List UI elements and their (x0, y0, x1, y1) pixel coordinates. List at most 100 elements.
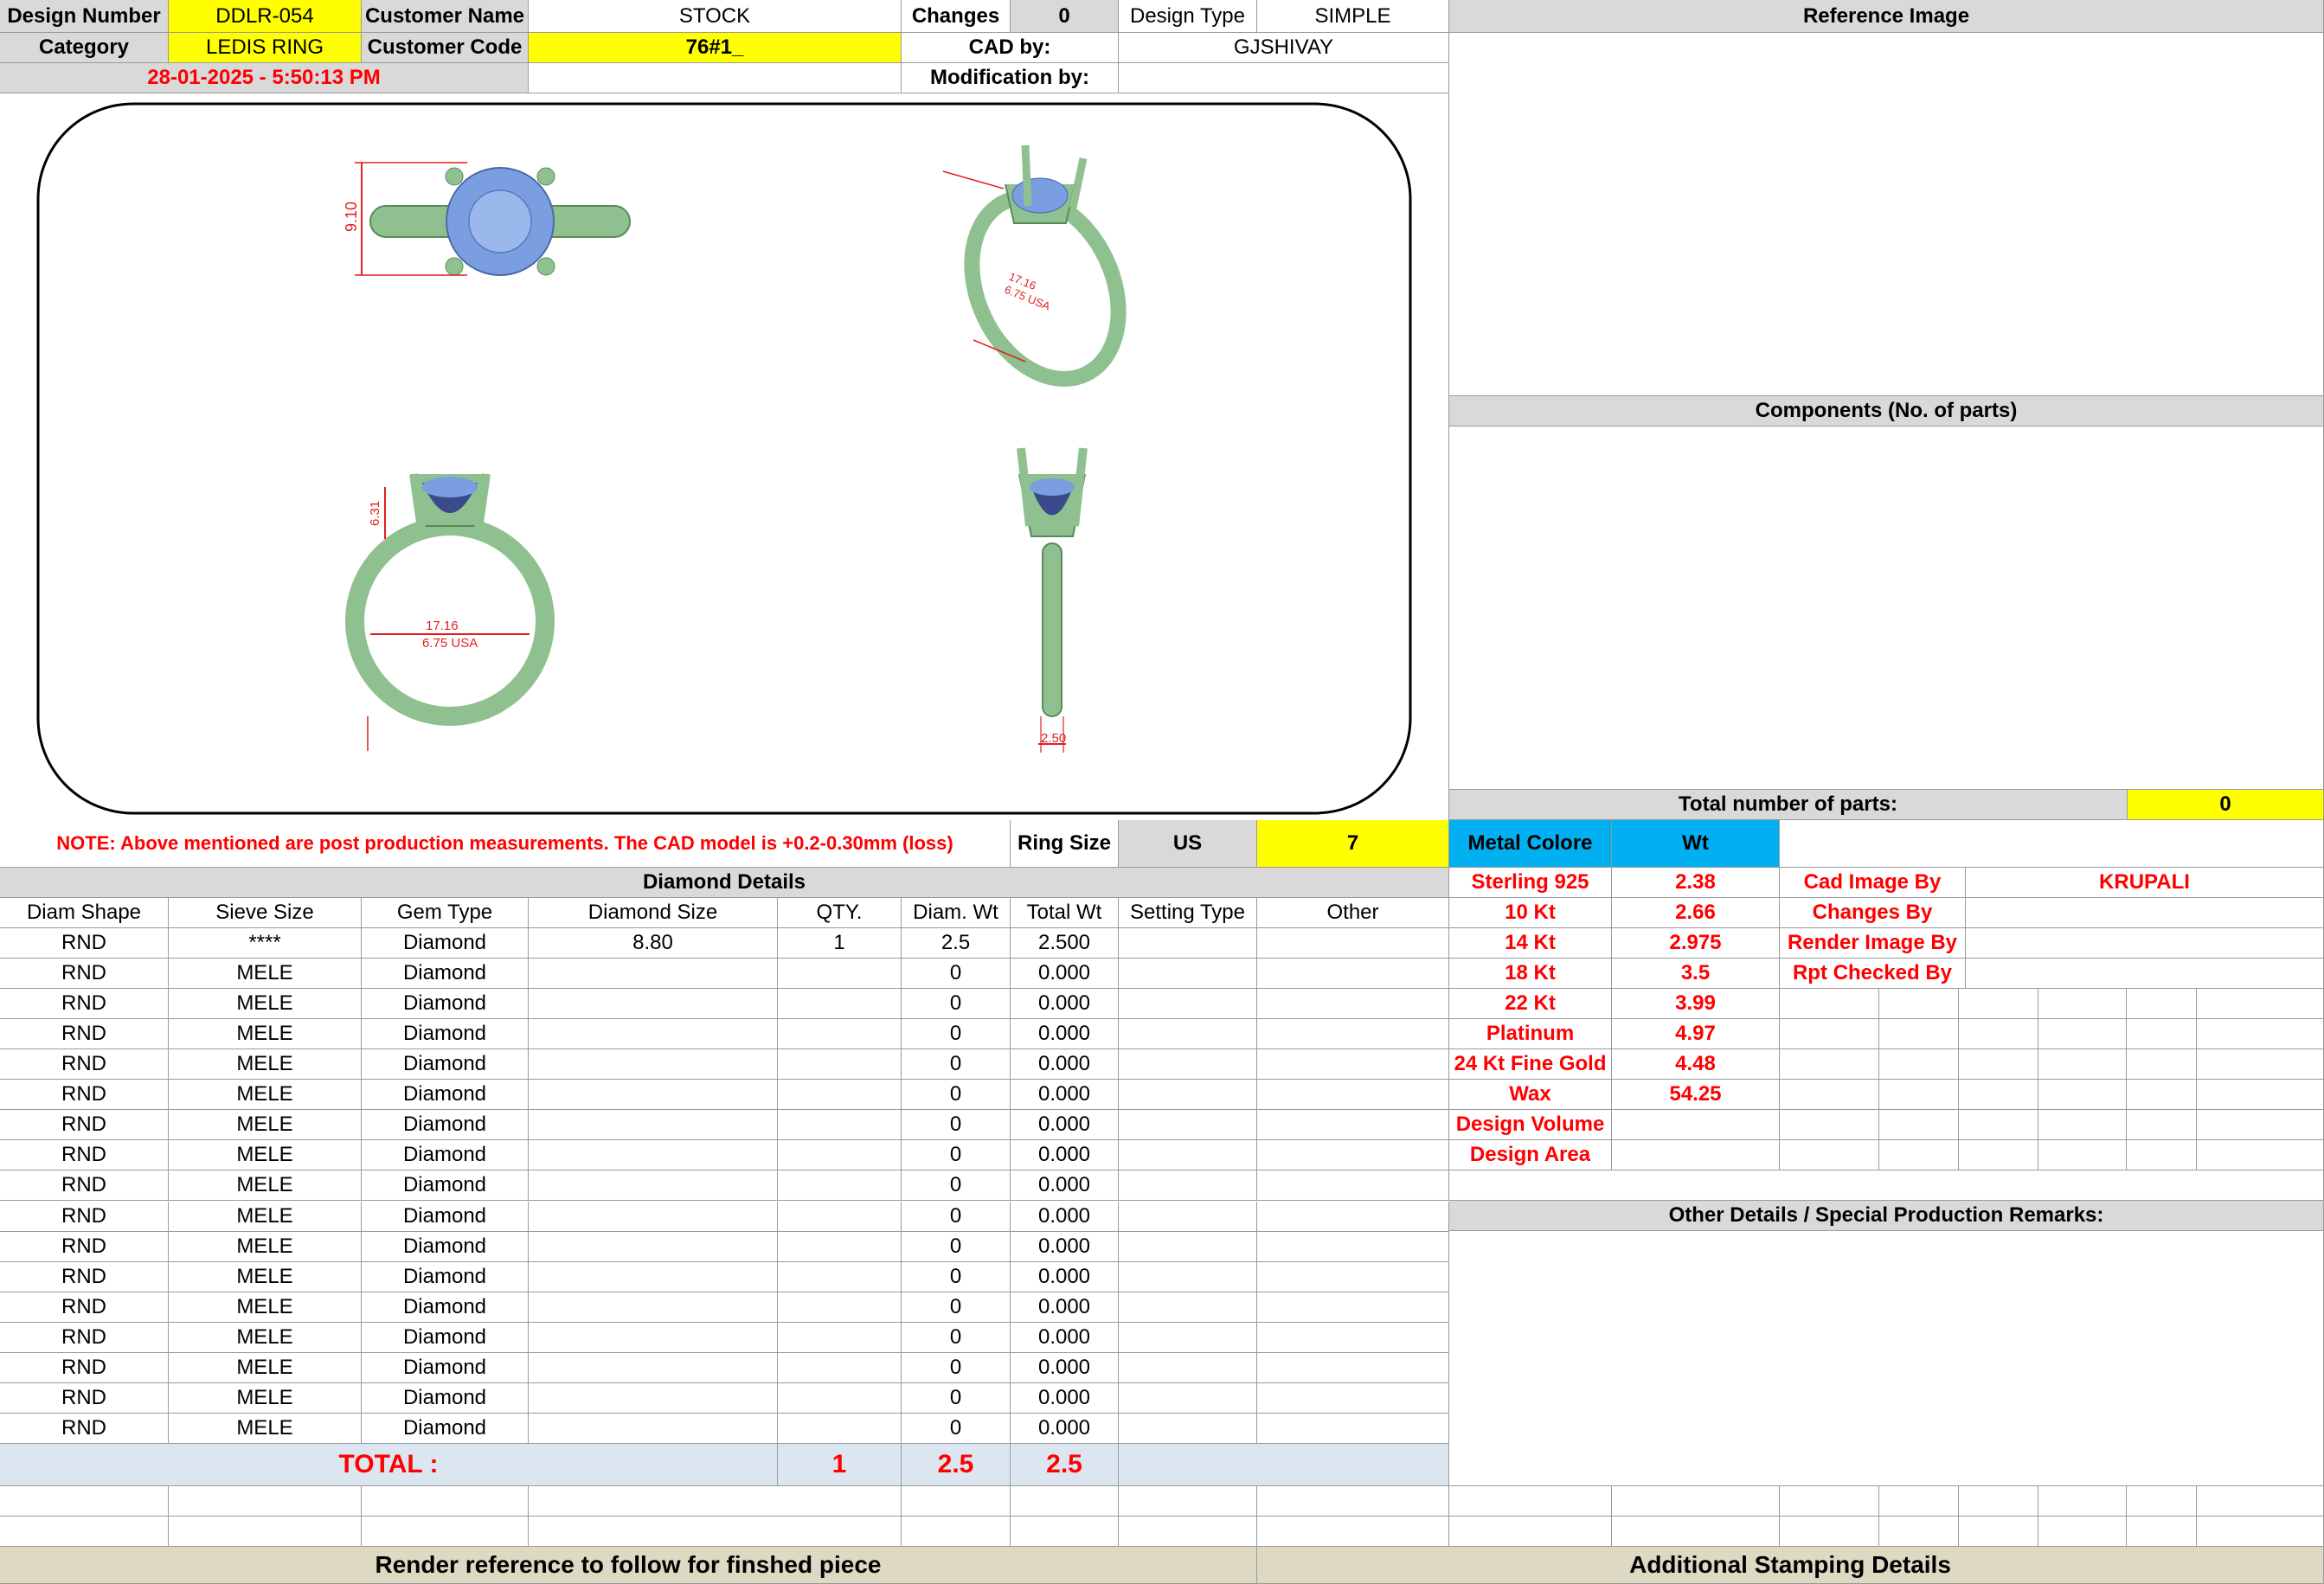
cell-setting-type[interactable] (1119, 1019, 1257, 1049)
empty-cell[interactable] (362, 1486, 529, 1517)
metal-wt[interactable]: 2.38 (1612, 868, 1780, 898)
cell-diam-shape[interactable]: RND (0, 1232, 169, 1262)
empty-cell[interactable] (1959, 989, 2038, 1019)
empty-cell[interactable] (2197, 1019, 2324, 1049)
empty-cell[interactable] (1011, 1486, 1119, 1517)
cell-qty[interactable] (778, 1140, 902, 1170)
cell-qty[interactable] (778, 1323, 902, 1353)
cell-diamond-size[interactable] (529, 1353, 778, 1383)
cell-diamond-size[interactable] (529, 1110, 778, 1140)
metal-wt[interactable] (1612, 1110, 1780, 1140)
empty-cell[interactable] (2038, 1049, 2127, 1080)
cell-diam-wt[interactable]: 0 (902, 989, 1011, 1019)
cell-total-wt[interactable]: 0.000 (1011, 1110, 1119, 1140)
cell-diamond-size[interactable] (529, 1080, 778, 1110)
empty-cell[interactable] (1959, 1019, 2038, 1049)
empty-cell[interactable] (1780, 1486, 1879, 1517)
cell-setting-type[interactable] (1119, 1140, 1257, 1170)
staff-value[interactable] (1966, 959, 2324, 989)
cell-gem-type[interactable]: Diamond (362, 1353, 529, 1383)
cell-diam-wt[interactable]: 0 (902, 1080, 1011, 1110)
cell-sieve-size[interactable]: MELE (169, 1262, 362, 1292)
cell-diam-shape[interactable]: RND (0, 1080, 169, 1110)
cell-total-wt[interactable]: 0.000 (1011, 1080, 1119, 1110)
cell-diam-shape[interactable]: RND (0, 1292, 169, 1323)
cell-diamond-size[interactable] (529, 1019, 778, 1049)
empty-cell[interactable] (2197, 1110, 2324, 1140)
cell-setting-type[interactable] (1119, 1414, 1257, 1444)
cell-total-wt[interactable]: 0.000 (1011, 1049, 1119, 1080)
metal-wt[interactable]: 3.99 (1612, 989, 1780, 1019)
cell-diamond-size[interactable] (529, 1383, 778, 1414)
empty-cell[interactable] (1959, 1140, 2038, 1170)
cell-setting-type[interactable] (1119, 1383, 1257, 1414)
cell-other[interactable] (1257, 1202, 1449, 1232)
cell-total-wt[interactable]: 0.000 (1011, 1383, 1119, 1414)
empty-cell[interactable] (1011, 1517, 1119, 1547)
cell-setting-type[interactable] (1119, 1080, 1257, 1110)
cell-diam-wt[interactable]: 2.5 (902, 928, 1011, 959)
cell-other[interactable] (1257, 1414, 1449, 1444)
empty-cell[interactable] (1612, 1517, 1780, 1547)
empty-cell[interactable] (2127, 1080, 2197, 1110)
cell-diamond-size[interactable] (529, 1140, 778, 1170)
cell-setting-type[interactable] (1119, 1323, 1257, 1353)
empty-cell[interactable] (1959, 1049, 2038, 1080)
cell-qty[interactable] (778, 1110, 902, 1140)
modification-by-value[interactable] (1119, 63, 1449, 93)
cell-other[interactable] (1257, 928, 1449, 959)
cell-other[interactable] (1257, 1080, 1449, 1110)
cell-sieve-size[interactable]: **** (169, 928, 362, 959)
cell-total-wt[interactable]: 0.000 (1011, 1323, 1119, 1353)
cell-qty[interactable] (778, 1080, 902, 1110)
cell-gem-type[interactable]: Diamond (362, 1323, 529, 1353)
cell-diamond-size[interactable] (529, 1323, 778, 1353)
changes-value[interactable]: 0 (1011, 0, 1119, 33)
empty-cell[interactable] (1780, 1517, 1879, 1547)
cell-qty[interactable] (778, 1232, 902, 1262)
cell-diamond-size[interactable] (529, 989, 778, 1019)
cell-diam-wt[interactable]: 0 (902, 1383, 1011, 1414)
cell-diam-wt[interactable]: 0 (902, 1202, 1011, 1232)
cell-diam-wt[interactable]: 0 (902, 1019, 1011, 1049)
cell-setting-type[interactable] (1119, 1262, 1257, 1292)
cell-total-wt[interactable]: 0.000 (1011, 959, 1119, 989)
empty-cell[interactable] (1449, 1486, 1612, 1517)
metal-wt[interactable] (1612, 1140, 1780, 1170)
cell-other[interactable] (1257, 959, 1449, 989)
total-parts-value[interactable]: 0 (2128, 790, 2324, 820)
empty-cell[interactable] (2127, 989, 2197, 1019)
empty-cell[interactable] (169, 1486, 362, 1517)
cell-diam-wt[interactable]: 0 (902, 1292, 1011, 1323)
cell-gem-type[interactable]: Diamond (362, 1232, 529, 1262)
cell-sieve-size[interactable]: MELE (169, 1110, 362, 1140)
empty-cell[interactable] (902, 1486, 1011, 1517)
metal-wt[interactable]: 54.25 (1612, 1080, 1780, 1110)
cell-diam-shape[interactable]: RND (0, 959, 169, 989)
cell-sieve-size[interactable]: MELE (169, 1323, 362, 1353)
empty-cell[interactable] (1959, 1080, 2038, 1110)
empty-cell[interactable] (529, 1486, 902, 1517)
empty-cell[interactable] (2197, 1140, 2324, 1170)
cell-diam-shape[interactable]: RND (0, 1383, 169, 1414)
cell-qty[interactable] (778, 1262, 902, 1292)
cell-sieve-size[interactable]: MELE (169, 1414, 362, 1444)
metal-wt[interactable]: 2.66 (1612, 898, 1780, 928)
empty-cell[interactable] (2197, 1049, 2324, 1080)
empty-cell[interactable] (362, 1517, 529, 1547)
empty-cell[interactable] (1879, 1140, 1959, 1170)
cell-qty[interactable] (778, 1353, 902, 1383)
cell-diam-shape[interactable]: RND (0, 1323, 169, 1353)
cell-gem-type[interactable]: Diamond (362, 1140, 529, 1170)
cell-gem-type[interactable]: Diamond (362, 928, 529, 959)
cell-gem-type[interactable]: Diamond (362, 1170, 529, 1201)
cell-qty[interactable]: 1 (778, 928, 902, 959)
cell-other[interactable] (1257, 1232, 1449, 1262)
empty-cell[interactable] (1879, 1517, 1959, 1547)
cell-qty[interactable] (778, 959, 902, 989)
cell-other[interactable] (1257, 1140, 1449, 1170)
cell-diam-wt[interactable]: 0 (902, 1049, 1011, 1080)
cell-setting-type[interactable] (1119, 928, 1257, 959)
cell-other[interactable] (1257, 989, 1449, 1019)
empty-cell[interactable] (2038, 1140, 2127, 1170)
